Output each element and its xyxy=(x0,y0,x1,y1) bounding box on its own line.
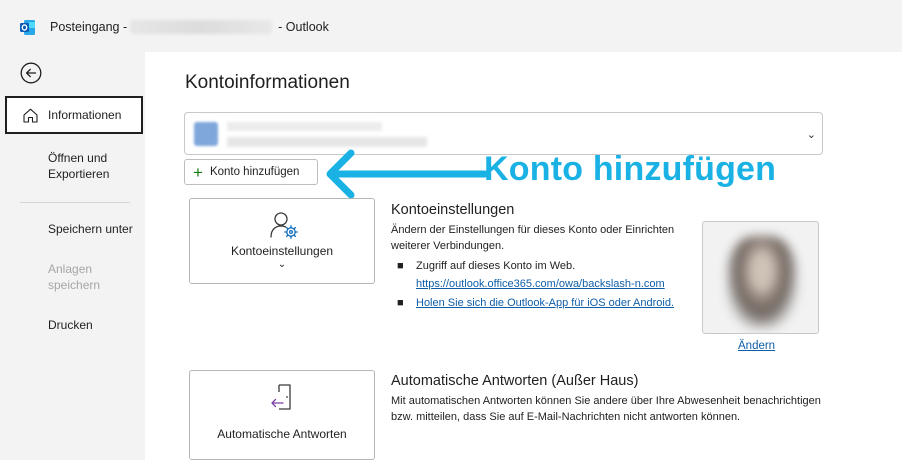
sidebar-item-speichern-unter[interactable]: Speichern unter xyxy=(48,221,140,237)
plus-icon: + xyxy=(193,162,203,182)
sidebar-item-drucken[interactable]: Drucken xyxy=(48,317,140,333)
account-avatar xyxy=(194,122,218,146)
home-icon xyxy=(23,108,38,123)
window-title-suffix: - Outlook xyxy=(278,20,329,34)
add-account-button[interactable]: + Konto hinzufügen xyxy=(184,159,318,185)
auto-replies-title: Automatische Antworten (Außer Haus) xyxy=(391,373,639,389)
account-settings-button[interactable]: Kontoeinstellungen ⌄ xyxy=(189,198,375,284)
change-photo-link[interactable]: Ändern xyxy=(738,340,775,352)
back-arrow-icon[interactable] xyxy=(20,62,42,84)
backstage-sidebar: Informationen Öffnen und Exportieren Spe… xyxy=(0,52,145,460)
sidebar-divider xyxy=(20,202,130,203)
sidebar-item-label: Informationen xyxy=(48,108,122,122)
account-settings-icon xyxy=(270,212,298,239)
redacted-account-name xyxy=(130,20,273,34)
profile-photo xyxy=(702,221,819,334)
auto-reply-door-icon xyxy=(271,384,291,410)
window-title: Posteingang - - Outlook xyxy=(50,20,329,34)
account-settings-description: Ändern der Einstellungen für dieses Kont… xyxy=(391,224,675,252)
auto-replies-label: Automatische Antworten xyxy=(217,427,347,441)
sidebar-item-anlagen-speichern: Anlagen speichern xyxy=(48,262,101,292)
sidebar-item-informationen[interactable]: Informationen xyxy=(5,96,143,134)
sidebar-item-oeffnen-exportieren[interactable]: Öffnen und Exportieren xyxy=(48,150,140,182)
web-access-text: Zugriff auf dieses Konto im Web. xyxy=(416,260,576,272)
redacted-account-line xyxy=(227,122,382,131)
chevron-down-icon: ⌄ xyxy=(806,129,816,141)
mobile-app-link[interactable]: Holen Sie sich die Outlook-App für iOS o… xyxy=(416,295,716,311)
bullet-icon: ■ xyxy=(397,260,404,272)
blurred-face xyxy=(727,236,797,328)
annotation-label: Konto hinzufügen xyxy=(484,150,777,188)
account-settings-label: Kontoeinstellungen xyxy=(230,244,334,258)
account-settings-title: Kontoeinstellungen xyxy=(391,202,515,218)
auto-replies-button[interactable]: Automatische Antworten xyxy=(189,370,375,460)
chevron-down-icon: ⌄ xyxy=(277,259,287,270)
main-panel: Kontoinformationen ⌄ + Konto hinzufügen … xyxy=(145,52,902,460)
outlook-icon xyxy=(20,20,35,35)
title-bar: Posteingang - - Outlook xyxy=(0,0,902,52)
bullet-icon: ■ xyxy=(397,297,404,309)
page-title: Kontoinformationen xyxy=(185,72,350,93)
owa-link[interactable]: https://outlook.office365.com/owa/backsl… xyxy=(416,276,716,292)
window-title-prefix: Posteingang - xyxy=(50,20,128,34)
redacted-account-line xyxy=(227,137,427,147)
add-account-label: Konto hinzufügen xyxy=(209,166,300,178)
auto-replies-description: Mit automatischen Antworten können Sie a… xyxy=(391,395,821,423)
